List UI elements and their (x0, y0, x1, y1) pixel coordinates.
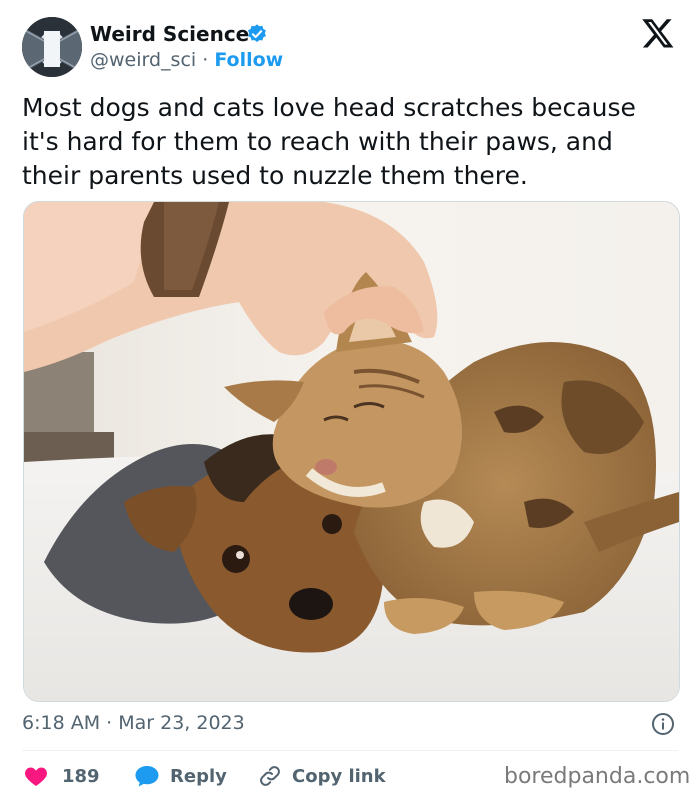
copy-link-label: Copy link (292, 765, 386, 787)
tweet-timestamp[interactable]: 6:18 AM · Mar 23, 2023 (22, 710, 245, 736)
author-handle[interactable]: @weird_sci (90, 49, 196, 71)
x-logo-icon[interactable] (640, 16, 676, 50)
reply-bubble-icon (135, 766, 159, 787)
follow-button[interactable]: Follow (214, 49, 283, 71)
verified-badge-icon (248, 24, 266, 42)
heart-icon (25, 767, 47, 786)
tweet-photo[interactable] (23, 201, 680, 702)
info-icon[interactable] (651, 712, 675, 736)
photo-dog-and-cat (24, 202, 679, 701)
watermark: boredpanda.com (504, 764, 691, 789)
tweet-text: Most dogs and cats love head scratches b… (22, 93, 636, 190)
like-button[interactable]: 189 (24, 762, 100, 790)
tweet-card: Weird Science @weird_sci · Follow Most d… (0, 0, 700, 803)
author-display-name[interactable]: Weird Science (90, 22, 249, 46)
divider (22, 750, 678, 751)
reply-label: Reply (170, 765, 227, 787)
reply-button[interactable]: Reply (134, 762, 227, 790)
separator-dot: · (202, 49, 209, 71)
author-handle-row: @weird_sci · Follow (90, 48, 283, 72)
avatar[interactable] (22, 17, 82, 77)
link-icon (260, 766, 280, 786)
like-count: 189 (62, 765, 100, 787)
copy-link-button[interactable]: Copy link (258, 762, 386, 790)
